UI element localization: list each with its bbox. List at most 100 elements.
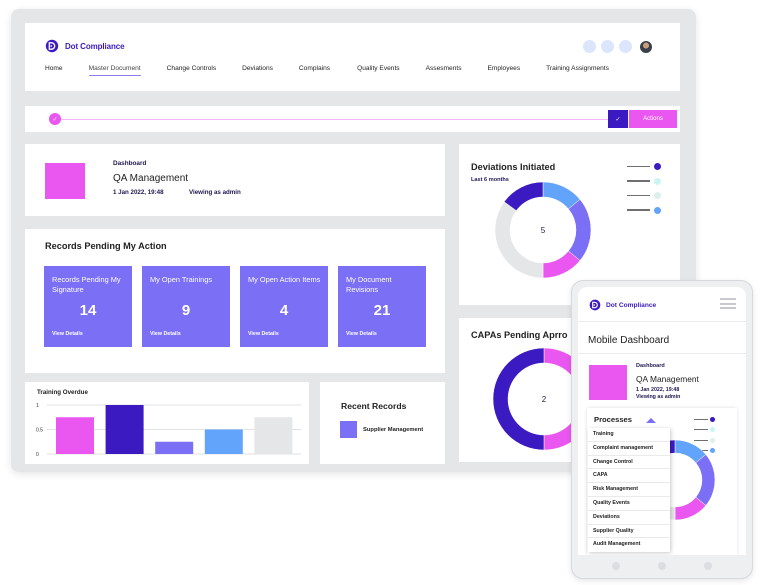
record-color-swatch (340, 421, 357, 438)
records-pending-title: Records Pending My Action (45, 241, 167, 251)
processes-dropdown-label[interactable]: Processes (594, 415, 632, 424)
legend-entry[interactable] (694, 427, 715, 433)
tile-value: 9 (181, 302, 191, 319)
tile-label: Records Pending My Signature (52, 275, 121, 294)
nav-item-assesments[interactable]: Assesments (426, 65, 462, 76)
donut-slice[interactable] (568, 199, 592, 261)
nav-item-employees[interactable]: Employees (488, 65, 521, 76)
bar[interactable] (204, 429, 243, 455)
dashboard-title: QA Management (113, 173, 189, 184)
mobile-brand-logo[interactable]: Dot Compliance (589, 299, 656, 311)
legend-entry[interactable] (627, 192, 661, 199)
tile-document-revisions[interactable]: My Document Revisions 21 View Details (338, 266, 426, 347)
tile-label: My Open Trainings (150, 275, 213, 284)
view-details-link[interactable]: View Details (248, 331, 279, 337)
dropdown-option[interactable]: Change Control (588, 456, 670, 470)
y-tick-label: 1 (36, 403, 39, 409)
tile-label: My Document Revisions (346, 275, 392, 294)
mobile-nav-dots (572, 562, 752, 570)
legend-entry[interactable] (627, 206, 661, 214)
step-start-check-icon[interactable]: ✓ (49, 113, 61, 125)
mobile-screen: Dot Compliance Mobile Dashboard Dashboar… (578, 287, 746, 555)
recent-record-item[interactable]: Supplier Management (363, 427, 423, 433)
nav-item-master-document[interactable]: Master Document (88, 65, 141, 76)
caret-up-icon[interactable] (646, 418, 656, 423)
dashboard-thumbnail (45, 163, 85, 199)
bar[interactable] (254, 417, 293, 454)
progress-track (61, 118, 610, 120)
mobile-page-title: Mobile Dashboard (588, 335, 670, 346)
tile-open-trainings[interactable]: My Open Trainings 9 View Details (142, 266, 230, 347)
actions-button[interactable]: Actions (629, 110, 677, 128)
dashboard-kicker: Dashboard (113, 160, 147, 167)
dropdown-option[interactable]: Deviations (588, 511, 670, 525)
deviations-donut-chart: 5 (494, 181, 592, 279)
recent-records-panel: Recent Records Supplier Management (320, 382, 445, 464)
mobile-nav-dot[interactable] (612, 562, 620, 570)
step-end-check-icon[interactable]: ✓ (608, 110, 628, 128)
nav-item-home[interactable]: Home (45, 65, 63, 76)
donut-slice[interactable] (503, 181, 544, 211)
nav-item-change-controls[interactable]: Change Controls (167, 65, 216, 76)
dashboard-kicker: Dashboard (636, 363, 665, 369)
dot-compliance-logo-icon (45, 39, 59, 53)
bar[interactable] (56, 417, 94, 454)
nav-item-complains[interactable]: Complains (299, 65, 330, 76)
view-details-link[interactable]: View Details (150, 331, 181, 337)
bar[interactable] (155, 441, 194, 454)
notification-placeholder-icon[interactable] (619, 40, 632, 53)
dashboard-datetime: 1 Jan 2022, 19:48 (636, 387, 680, 393)
hamburger-menu-icon[interactable] (720, 298, 736, 312)
view-details-link[interactable]: View Details (52, 331, 83, 337)
nav-item-quality-events[interactable]: Quality Events (357, 65, 400, 76)
tile-label: My Open Action Items (248, 275, 321, 284)
donut-center-label: 2 (542, 395, 547, 404)
dropdown-option[interactable]: Complaint management (588, 442, 670, 456)
mobile-nav-dot[interactable] (704, 562, 712, 570)
legend-entry[interactable] (627, 163, 661, 170)
mobile-nav-dot[interactable] (658, 562, 666, 570)
viewing-as-label: Viewing as admin (189, 189, 241, 196)
brand-logo[interactable]: Dot Compliance (45, 39, 125, 53)
bar[interactable] (105, 405, 144, 454)
processes-dropdown-menu: Training Complaint management Change Contr… (588, 428, 670, 553)
pending-tiles: Records Pending My Signature 14 View Det… (44, 266, 426, 347)
training-overdue-chart: 00.51 (36, 403, 301, 458)
recent-records-title: Recent Records (341, 401, 407, 411)
dropdown-option[interactable]: Risk Management (588, 483, 670, 497)
tile-value: 14 (79, 302, 97, 319)
nav-item-training-assignments[interactable]: Training Assignments (546, 65, 609, 76)
dropdown-option[interactable]: Audit Management (588, 538, 670, 552)
legend-dot-icon (654, 192, 661, 199)
nav-item-deviations[interactable]: Deviations (242, 65, 273, 76)
tile-open-action-items[interactable]: My Open Action Items 4 View Details (240, 266, 328, 347)
legend-entry[interactable] (694, 417, 715, 422)
view-details-link[interactable]: View Details (346, 331, 377, 337)
user-avatar[interactable] (640, 40, 652, 53)
legend-dot-icon (654, 206, 661, 214)
workflow-progress-bar: ✓ ✓ Actions (25, 106, 680, 132)
mobile-brand-name: Dot Compliance (606, 301, 657, 309)
records-pending-panel: Records Pending My Action Records Pendin… (25, 229, 445, 373)
donut-slice[interactable] (492, 347, 545, 451)
donut-slice[interactable] (494, 201, 544, 279)
dropdown-option[interactable]: CAPA (588, 469, 670, 484)
dropdown-option[interactable]: Quality Events (588, 497, 670, 511)
main-nav: Home Master Document Change Controls Dev… (45, 65, 609, 76)
dashboard-thumbnail (589, 365, 627, 400)
legend-line (627, 209, 650, 211)
dropdown-option[interactable]: Training (588, 428, 670, 442)
dashboard-title-panel: Dashboard QA Management 1 Jan 2022, 19:4… (25, 144, 445, 216)
legend-line (694, 429, 708, 431)
dropdown-option[interactable]: Supplier Quality (588, 525, 670, 539)
legend-dot-icon (710, 427, 715, 433)
processes-card: Processes Training Complaint management Ch… (587, 408, 737, 555)
mobile-device: Dot Compliance Mobile Dashboard Dashboar… (571, 280, 753, 579)
tile-value: 4 (279, 302, 289, 319)
tile-pending-signature[interactable]: Records Pending My Signature 14 View Det… (44, 266, 132, 347)
legend-entry[interactable] (627, 177, 661, 185)
donut-center-label: 5 (541, 226, 546, 235)
donut-slice[interactable] (695, 454, 716, 506)
notification-placeholder-icon[interactable] (583, 40, 596, 53)
notification-placeholder-icon[interactable] (601, 40, 614, 53)
